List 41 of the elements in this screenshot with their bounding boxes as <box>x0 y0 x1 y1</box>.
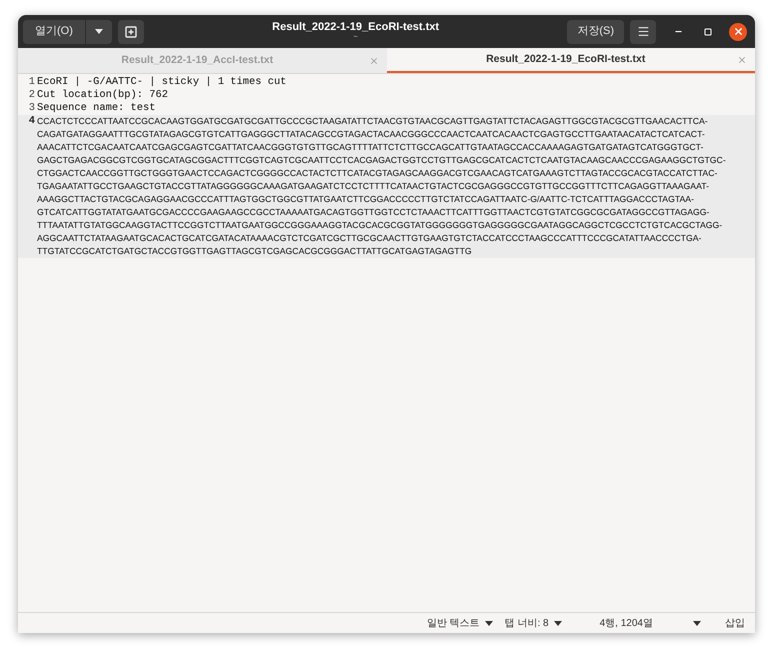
window-title: Result_2022-1-19_EcoRI-test.txt <box>272 22 440 33</box>
caret-icon <box>484 620 493 626</box>
text-line: Cut location(bp): 762 <box>37 89 168 102</box>
position-dropdown[interactable] <box>693 620 701 626</box>
caret-icon <box>94 29 103 34</box>
save-button[interactable]: 저장(S) <box>567 20 624 44</box>
text-line: TTGTATCCGCATCTGATGCTACCGTGGTTGAGTTAGCGTCGAGCACGCGGGACTTATTGCATGAGTAGAGTTG <box>37 245 473 258</box>
line-number: 3 <box>28 102 36 115</box>
close-button[interactable] <box>729 22 747 40</box>
new-tab-button[interactable] <box>118 20 144 44</box>
text-line: CCACTCTCCCATTAATCCGCACAAGTGGATGCGATGCGATTGCCCGCTAAGATATTCTAACGTGTAACGCAGTTGAGTATTCTACAGAGTTGGCGTACGCGTTGAACACTTCA- <box>37 115 709 128</box>
close-icon <box>732 26 744 37</box>
text-line: Sequence name: test <box>37 102 156 115</box>
text-line: TTTAATATTGTATGGCAAGGTACTTCCGGTCTTAATGAATGGCCGGGAAAGGTACGCACGCGGTATGGGGGGGTGAGGGGGCGAATAGGCAGGCTCGCCTCTGTCACGCTAGG- <box>37 219 724 232</box>
line-number: 4 <box>28 115 36 129</box>
line-number: 1 <box>28 76 36 89</box>
text-line: CTGGACTCAACCGGTTGCTGGGTGAACTCCAGACTCGGGGCCACTACTCTTCATACGTAGAGCAAGGACGTCGAACAGTCATGAAAGTCTTAGTACCGCACGTACCATCTTAC- <box>37 167 718 180</box>
open-menu-button[interactable] <box>86 20 112 44</box>
new-document-icon <box>124 26 137 38</box>
cursor-position: 4행, 1204열 <box>600 616 653 630</box>
text-line: AAAGGCTTACTGTACGCAGAGGAACGCCCATTTAGTGGCTGGCGTTATGAATCTTCGGACCCCCTTGTCTATCCAGATTAATC-G/AATTC-TCTCATTTAGGACCCTAGTAA- <box>37 193 695 206</box>
text-line: EcoRI | -G/AATTC- | sticky | 1 times cut <box>37 76 286 89</box>
tab-width-dropdown[interactable]: 탭 너비: 8 <box>504 616 562 630</box>
insert-mode[interactable]: 삽입 <box>725 616 745 630</box>
text-line: TGAGAATATTGCCTGAAGCTGTACCGTTATAGGGGGGCAAAGATGAAGATCTCCTCTTTTCATAACTGTACTCGCGAGGGCCGTGTTGCCGGTTTCTTCAGAGGTTAAAGAAT- <box>37 180 710 193</box>
text-line: AGGCAATTCTATAAGAATGCACACTGCATCGATACATAAAACGTCTCGATCGCTTGCGCAACTTGTGAAGTGTCTACCATCCCTAAGCCCATTTCCCGCATATTAACCCCTGA- <box>37 232 702 245</box>
open-button[interactable]: 열기(O) <box>23 20 86 44</box>
maximize-icon <box>704 28 712 36</box>
tab-close-icon[interactable] <box>737 54 747 64</box>
text-line: CAGATGATAGGAATTTGCGTATAGAGCGTGTCATTGAGGGCTTATACAGCCGTAGACTACAACGGGCCCAACTCAATCACAACTCGAGTGCCTTGAATAACATACTCATCACT- <box>37 128 706 141</box>
text-line: AAACATTCTCGACAATCAATCGAGCGAGTCGATTATCAACGGGTGTGTTGCAGTTTTATTCTCTTGCCAGCATTGTAATAGCCACCAAAAGAGTGATGATAGTCATGGGTGCT- <box>37 141 704 154</box>
line-number: 2 <box>28 89 36 102</box>
caret-icon <box>693 620 701 626</box>
text-line: GTCATCATTGGTATATGAATGCGACCCCGAAGAAGCCGCCTAAAAATGACAGTGGTTGGTCCTCTAAACTTCATTTGGTTAACTCGTGTATCGGCGCGATAGGCCGTTAGAGG- <box>37 206 710 219</box>
menu-button[interactable] <box>630 20 656 44</box>
window-subtitle: ~ <box>353 33 358 41</box>
tab[interactable]: Result_2022-1-19_EcoRI-test.txt <box>386 48 755 73</box>
menu-icon <box>636 25 650 38</box>
caret-icon <box>554 620 562 626</box>
syntax-dropdown[interactable]: 일반 텍스트 <box>426 616 493 630</box>
text-line: GAGCTGAGACGGCGTCGGTGCATAGCGGACTTTCGGTCAGTCGCAATTCCTCACGAGACTGGTCCTGTTGAGCGCATCACTCTCAATGTACAAGCAACCCGAGAAGGCTGTGC- <box>37 154 726 167</box>
